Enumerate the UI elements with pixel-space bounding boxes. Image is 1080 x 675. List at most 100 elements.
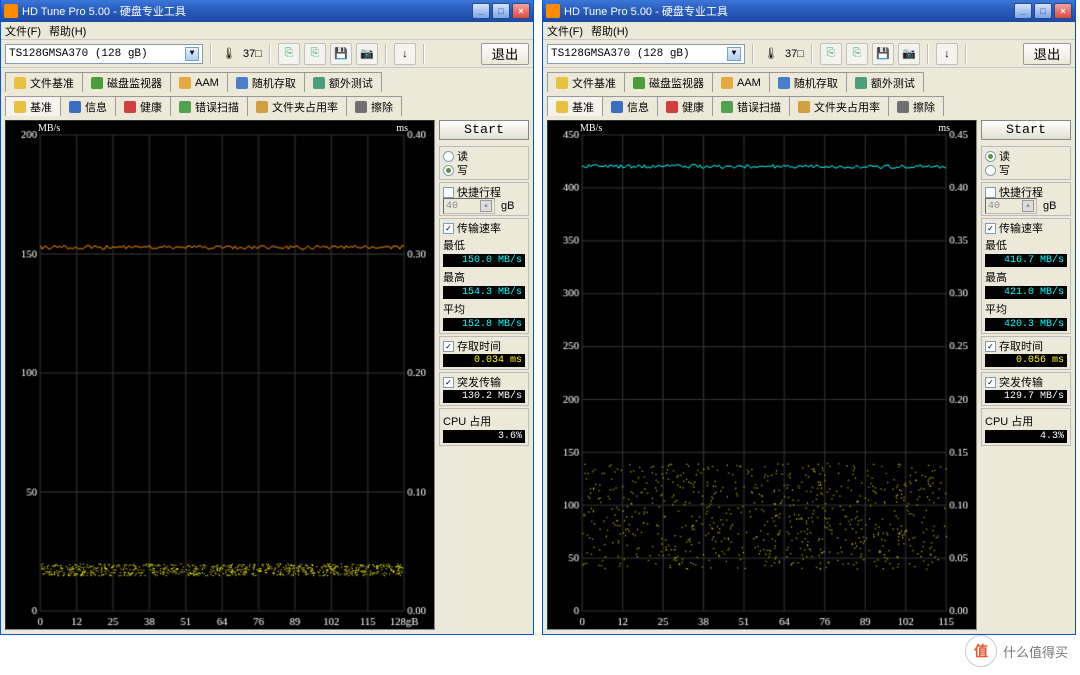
errorscan-icon xyxy=(179,101,191,113)
tab-文件夹占用率[interactable]: 文件夹占用率 xyxy=(789,96,889,116)
burst-checkbox[interactable]: ✓ xyxy=(985,377,996,388)
avg-value: 152.8 MB/s xyxy=(443,318,525,331)
tab-文件夹占用率[interactable]: 文件夹占用率 xyxy=(247,96,347,116)
menubar: 文件(F) 帮助(H) xyxy=(1,22,533,40)
drive-select[interactable]: TS128GMSA370 (128 gB) ▼ xyxy=(5,44,203,64)
close-button[interactable]: × xyxy=(512,3,530,19)
access-checkbox[interactable]: ✓ xyxy=(985,341,996,352)
hdtune-window-0: HD Tune Pro 5.00 - 硬盘专业工具 _ □ × 文件(F) 帮助… xyxy=(0,0,534,635)
tab-文件基准[interactable]: 文件基准 xyxy=(5,72,83,92)
save-icon[interactable]: 💾 xyxy=(872,43,894,65)
tab-擦除[interactable]: 擦除 xyxy=(346,96,402,116)
max-value: 421.0 MB/s xyxy=(985,286,1067,299)
drive-select[interactable]: TS128GMSA370 (128 gB) ▼ xyxy=(547,44,745,64)
disk-monitor-icon xyxy=(91,77,103,89)
write-radio[interactable] xyxy=(443,165,454,176)
tab-错误扫描[interactable]: 错误扫描 xyxy=(712,96,790,116)
tabs-row-1: 文件基准磁盘监视器AAM随机存取额外测试 xyxy=(1,68,533,92)
file-benchmark-icon xyxy=(14,77,26,89)
options-icon[interactable]: ↓ xyxy=(394,43,416,65)
errorscan-icon xyxy=(721,101,733,113)
tab-信息[interactable]: 信息 xyxy=(602,96,658,116)
access-checkbox[interactable]: ✓ xyxy=(443,341,454,352)
folder-usage-icon xyxy=(798,101,810,113)
tabs-row-1: 文件基准磁盘监视器AAM随机存取额外测试 xyxy=(543,68,1075,92)
read-radio[interactable] xyxy=(443,151,454,162)
tab-随机存取[interactable]: 随机存取 xyxy=(227,72,305,92)
temperature-value: 37□ xyxy=(243,48,262,60)
side-panel: Start 读 写 快捷行程 40▴gB ✓传输速率 最低 150.0 MB/s… xyxy=(439,120,529,630)
read-radio[interactable] xyxy=(985,151,996,162)
disk-monitor-icon xyxy=(633,77,645,89)
close-button[interactable]: × xyxy=(1054,3,1072,19)
tab-擦除[interactable]: 擦除 xyxy=(888,96,944,116)
menu-file[interactable]: 文件(F) xyxy=(5,23,41,39)
side-panel: Start 读 写 快捷行程 40▴gB ✓传输速率 最低 416.7 MB/s… xyxy=(981,120,1071,630)
benchmark-graph: MB/s ms xyxy=(5,120,435,630)
copy-icon[interactable]: ⎘ xyxy=(278,43,300,65)
exit-button[interactable]: 退出 xyxy=(1023,43,1071,65)
watermark-badge-icon: 值 xyxy=(965,635,997,667)
burst-checkbox[interactable]: ✓ xyxy=(443,377,454,388)
health-icon xyxy=(666,101,678,113)
titlebar: HD Tune Pro 5.00 - 硬盘专业工具 _ □ × xyxy=(1,0,533,22)
tab-AAM[interactable]: AAM xyxy=(712,72,770,92)
tab-健康[interactable]: 健康 xyxy=(115,96,171,116)
maximize-button[interactable]: □ xyxy=(492,3,510,19)
tabs-row-2: 基准信息健康错误扫描文件夹占用率擦除 xyxy=(543,92,1075,116)
shortstroke-checkbox[interactable] xyxy=(985,187,996,198)
start-button[interactable]: Start xyxy=(439,120,529,140)
screenshot-icon[interactable]: 📷 xyxy=(356,43,378,65)
exit-button[interactable]: 退出 xyxy=(481,43,529,65)
copy-all-icon[interactable]: ⎘ xyxy=(304,43,326,65)
tab-错误扫描[interactable]: 错误扫描 xyxy=(170,96,248,116)
write-radio[interactable] xyxy=(985,165,996,176)
shortstroke-input[interactable]: 40▴ xyxy=(985,198,1037,214)
shortstroke-input[interactable]: 40▴ xyxy=(443,198,495,214)
tab-文件基准[interactable]: 文件基准 xyxy=(547,72,625,92)
transfer-checkbox[interactable]: ✓ xyxy=(443,223,454,234)
benchmark-icon xyxy=(556,101,568,113)
title-text: HD Tune Pro 5.00 - 硬盘专业工具 xyxy=(564,3,1014,19)
chevron-down-icon: ▼ xyxy=(727,47,741,61)
tab-随机存取[interactable]: 随机存取 xyxy=(769,72,847,92)
copy-icon[interactable]: ⎘ xyxy=(820,43,842,65)
tab-磁盘监视器[interactable]: 磁盘监视器 xyxy=(82,72,171,92)
tab-信息[interactable]: 信息 xyxy=(60,96,116,116)
tab-健康[interactable]: 健康 xyxy=(657,96,713,116)
start-button[interactable]: Start xyxy=(981,120,1071,140)
tab-额外测试[interactable]: 额外测试 xyxy=(304,72,382,92)
save-icon[interactable]: 💾 xyxy=(330,43,352,65)
menu-help[interactable]: 帮助(H) xyxy=(591,23,628,39)
hdtune-window-1: HD Tune Pro 5.00 - 硬盘专业工具 _ □ × 文件(F) 帮助… xyxy=(542,0,1076,635)
app-icon xyxy=(4,4,18,18)
min-value: 416.7 MB/s xyxy=(985,254,1067,267)
maximize-button[interactable]: □ xyxy=(1034,3,1052,19)
copy-all-icon[interactable]: ⎘ xyxy=(846,43,868,65)
tab-AAM[interactable]: AAM xyxy=(170,72,228,92)
tab-额外测试[interactable]: 额外测试 xyxy=(846,72,924,92)
min-value: 150.0 MB/s xyxy=(443,254,525,267)
minimize-button[interactable]: _ xyxy=(472,3,490,19)
toolbar: TS128GMSA370 (128 gB) ▼ 🌡 37□ ⎘ ⎘ 💾 📷 ↓ … xyxy=(543,40,1075,68)
random-access-icon xyxy=(236,77,248,89)
info-icon xyxy=(69,101,81,113)
menu-file[interactable]: 文件(F) xyxy=(547,23,583,39)
thermometer-icon: 🌡 xyxy=(761,43,781,65)
transfer-checkbox[interactable]: ✓ xyxy=(985,223,996,234)
tab-基准[interactable]: 基准 xyxy=(5,96,61,116)
chevron-down-icon: ▼ xyxy=(185,47,199,61)
avg-value: 420.3 MB/s xyxy=(985,318,1067,331)
options-icon[interactable]: ↓ xyxy=(936,43,958,65)
shortstroke-checkbox[interactable] xyxy=(443,187,454,198)
minimize-button[interactable]: _ xyxy=(1014,3,1032,19)
menu-help[interactable]: 帮助(H) xyxy=(49,23,86,39)
menubar: 文件(F) 帮助(H) xyxy=(543,22,1075,40)
extra-tests-icon xyxy=(855,77,867,89)
screenshot-icon[interactable]: 📷 xyxy=(898,43,920,65)
tab-基准[interactable]: 基准 xyxy=(547,96,603,116)
tab-磁盘监视器[interactable]: 磁盘监视器 xyxy=(624,72,713,92)
thermometer-icon: 🌡 xyxy=(219,43,239,65)
access-value: 0.056 ms xyxy=(985,354,1067,367)
temperature-value: 37□ xyxy=(785,48,804,60)
